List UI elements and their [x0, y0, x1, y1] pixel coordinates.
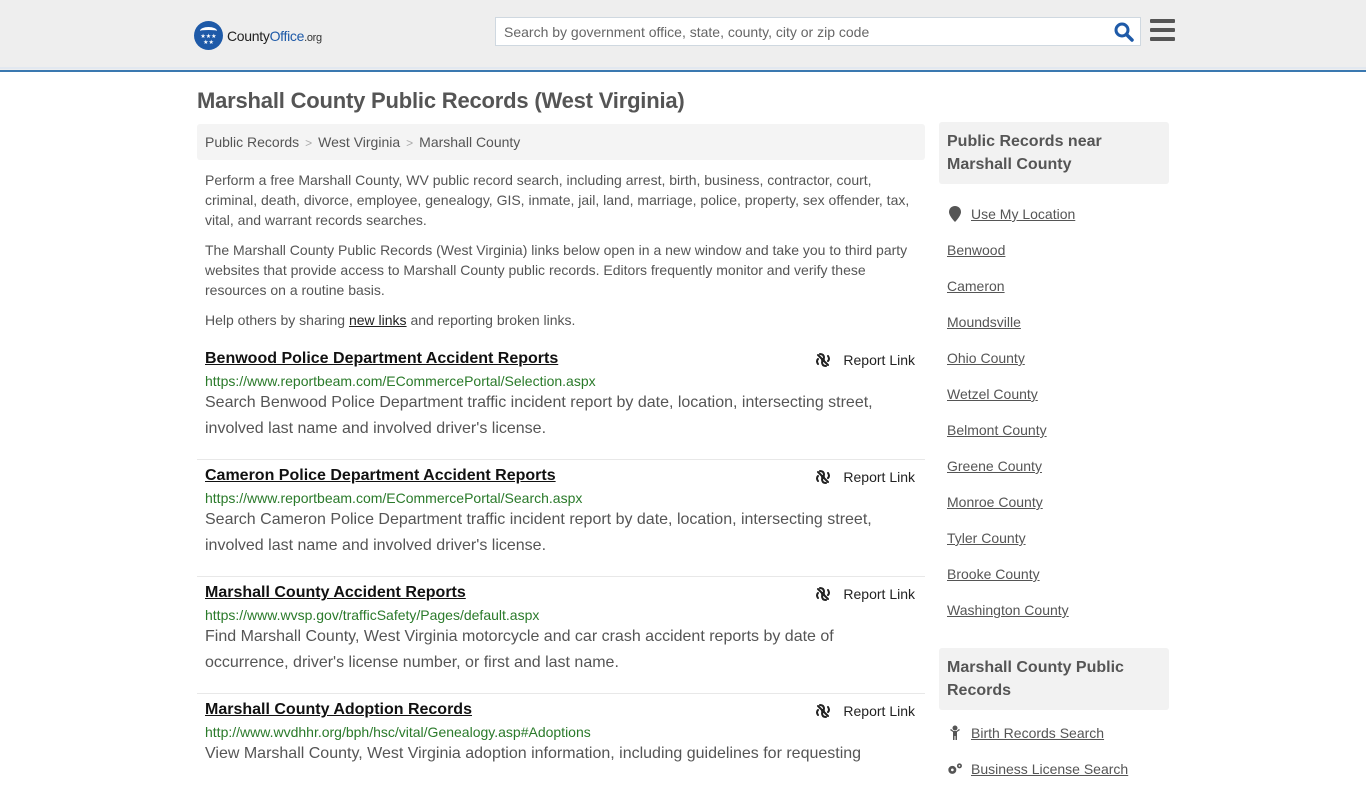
search-input[interactable]: [496, 18, 1106, 45]
nearby-item: Moundsville: [947, 304, 1161, 340]
nearby-item: Monroe County: [947, 484, 1161, 520]
record-url[interactable]: https://www.wvsp.gov/trafficSafety/Pages…: [205, 607, 917, 623]
nearby-item: Ohio County: [947, 340, 1161, 376]
nearby-link-washington-county[interactable]: Washington County: [947, 602, 1069, 618]
breadcrumb-public-records[interactable]: Public Records: [205, 134, 299, 150]
hamburger-menu-button[interactable]: [1150, 19, 1175, 41]
nearby-link-benwood[interactable]: Benwood: [947, 242, 1005, 258]
nearby-link-greene-county[interactable]: Greene County: [947, 458, 1042, 474]
search-icon: [1114, 22, 1134, 42]
new-links-link[interactable]: new links: [349, 312, 407, 328]
nearby-item: Tyler County: [947, 520, 1161, 556]
breadcrumb-marshall-county[interactable]: Marshall County: [419, 134, 520, 150]
nearby-link-cameron[interactable]: Cameron: [947, 278, 1005, 294]
breadcrumb-separator: >: [305, 136, 313, 150]
record-url[interactable]: https://www.reportbeam.com/ECommercePort…: [205, 490, 917, 506]
nearby-link-belmont-county[interactable]: Belmont County: [947, 422, 1047, 438]
county-record-item: Birth Records Search: [947, 715, 1161, 751]
report-link-button[interactable]: Report Link: [815, 586, 915, 602]
county-records-heading: Marshall County Public Records: [939, 648, 1169, 710]
intro-paragraph-1: Perform a free Marshall County, WV publi…: [205, 172, 910, 228]
nearby-link-ohio-county[interactable]: Ohio County: [947, 350, 1025, 366]
broken-link-icon: [816, 704, 831, 718]
page-title: Marshall County Public Records (West Vir…: [197, 88, 685, 113]
site-logo[interactable]: ★★★ ★★ CountyOffice.org: [194, 21, 322, 50]
nearby-link-moundsville[interactable]: Moundsville: [947, 314, 1021, 330]
eagle-badge-icon: ★★★ ★★: [194, 21, 223, 50]
intro-text: Perform a free Marshall County, WV publi…: [205, 170, 920, 340]
broken-link-icon: [816, 470, 831, 484]
search-bar: [495, 17, 1141, 46]
record-title-link[interactable]: Benwood Police Department Accident Repor…: [205, 350, 558, 368]
record-title-link[interactable]: Marshall County Accident Reports: [205, 584, 466, 602]
broken-link-icon: [816, 587, 831, 601]
map-marker-icon: [947, 206, 963, 222]
nearby-link-tyler-county[interactable]: Tyler County: [947, 530, 1026, 546]
birth-records-search-link[interactable]: Birth Records Search: [971, 725, 1104, 741]
nearby-heading: Public Records near Marshall County: [939, 122, 1169, 184]
breadcrumb-separator: >: [406, 136, 414, 150]
report-link-button[interactable]: Report Link: [815, 703, 915, 719]
nearby-item: Cameron: [947, 268, 1161, 304]
site-header: ★★★ ★★ CountyOffice.org: [0, 0, 1366, 72]
record-title-link[interactable]: Cameron Police Department Accident Repor…: [205, 467, 556, 485]
report-link-button[interactable]: Report Link: [815, 352, 915, 368]
record-url[interactable]: http://www.wvdhhr.org/bph/hsc/vital/Gene…: [205, 724, 917, 740]
breadcrumb-west-virginia[interactable]: West Virginia: [318, 134, 400, 150]
intro-paragraph-2: The Marshall County Public Records (West…: [205, 242, 908, 298]
search-button[interactable]: [1114, 22, 1134, 42]
record-item: Cameron Police Department Accident Repor…: [197, 460, 925, 577]
record-url[interactable]: https://www.reportbeam.com/ECommercePort…: [205, 373, 917, 389]
county-records-list: Birth Records Search Business License Se…: [939, 710, 1169, 787]
intro-paragraph-3: Help others by sharing new links and rep…: [205, 312, 576, 328]
county-record-item: Business License Search: [947, 751, 1161, 787]
record-item: Benwood Police Department Accident Repor…: [197, 343, 925, 460]
record-item: Marshall County Adoption Records Report …: [197, 694, 925, 811]
use-location-item: Use My Location: [947, 196, 1161, 232]
logo-text: CountyOffice.org: [227, 27, 322, 44]
use-my-location-link[interactable]: Use My Location: [971, 206, 1075, 222]
report-link-button[interactable]: Report Link: [815, 469, 915, 485]
baby-icon: [947, 725, 963, 741]
nearby-item: Wetzel County: [947, 376, 1161, 412]
record-description: View Marshall County, West Virginia adop…: [205, 745, 862, 762]
business-license-search-link[interactable]: Business License Search: [971, 761, 1128, 777]
nearby-list: Use My Location Benwood Cameron Moundsvi…: [939, 184, 1169, 628]
nearby-link-monroe-county[interactable]: Monroe County: [947, 494, 1043, 510]
record-description: Search Benwood Police Department traffic…: [205, 394, 873, 437]
breadcrumb: Public Records > West Virginia > Marshall Co…: [197, 124, 925, 160]
broken-link-icon: [816, 353, 831, 367]
nearby-item: Washington County: [947, 592, 1161, 628]
record-item: Marshall County Accident Reports Report …: [197, 577, 925, 694]
nearby-item: Benwood: [947, 232, 1161, 268]
nearby-item: Greene County: [947, 448, 1161, 484]
record-description: Search Cameron Police Department traffic…: [205, 511, 872, 554]
records-list: Benwood Police Department Accident Repor…: [197, 343, 925, 811]
record-description: Find Marshall County, West Virginia moto…: [205, 628, 834, 671]
nearby-item: Belmont County: [947, 412, 1161, 448]
nearby-link-brooke-county[interactable]: Brooke County: [947, 566, 1040, 582]
gears-icon: [947, 762, 963, 776]
sidebar: Public Records near Marshall County Use …: [939, 122, 1169, 787]
record-title-link[interactable]: Marshall County Adoption Records: [205, 701, 472, 719]
nearby-link-wetzel-county[interactable]: Wetzel County: [947, 386, 1038, 402]
nearby-item: Brooke County: [947, 556, 1161, 592]
